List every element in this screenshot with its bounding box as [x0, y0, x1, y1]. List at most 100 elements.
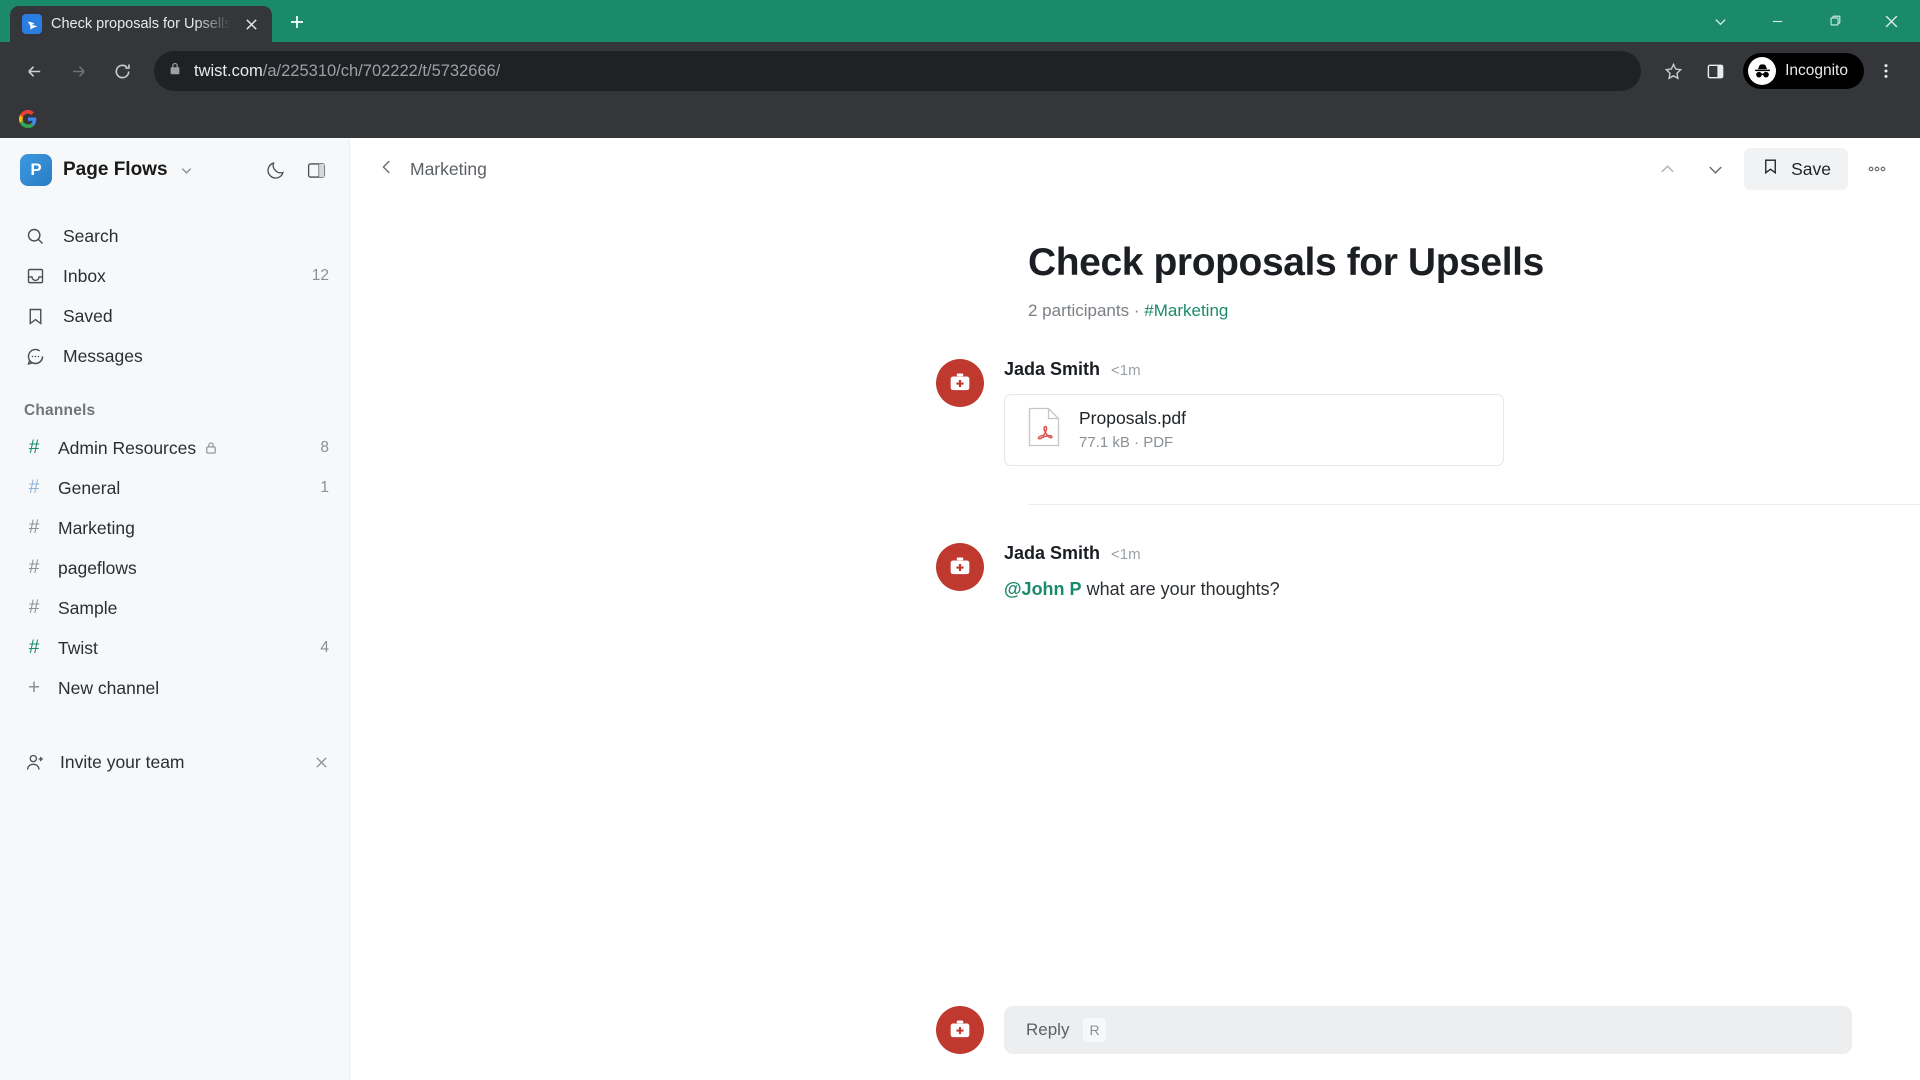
chevron-up-icon[interactable]: [1648, 150, 1686, 188]
maximize-button[interactable]: [1806, 0, 1863, 42]
bookmark-icon: [24, 305, 46, 327]
address-bar[interactable]: twist.com/a/225310/ch/702222/t/5732666/: [154, 51, 1642, 91]
channel-name-wrap: pageflows: [58, 558, 315, 579]
incognito-indicator[interactable]: Incognito: [1743, 53, 1864, 89]
ellipsis-icon[interactable]: [1858, 150, 1896, 188]
lock-icon: [204, 441, 218, 455]
channel-label: Sample: [58, 597, 118, 618]
reply-shortcut-badge: R: [1083, 1018, 1106, 1042]
workspace-logo: P: [20, 154, 52, 186]
close-window-button[interactable]: [1863, 0, 1920, 42]
sidebar-item-badge: 12: [311, 267, 329, 284]
chevron-down-icon[interactable]: [1696, 150, 1734, 188]
channel-label: Twist: [58, 637, 98, 658]
channel-name-wrap: Marketing: [58, 518, 315, 539]
channel-name-wrap: Twist: [58, 638, 306, 659]
message-author: Jada Smith: [1004, 358, 1101, 379]
sidebar-item-admin-resources[interactable]: # Admin Resources 8: [0, 428, 349, 468]
sidebar-item-label: Messages: [63, 345, 143, 366]
close-icon[interactable]: [314, 755, 329, 770]
browser-toolbar: twist.com/a/225310/ch/702222/t/5732666/ …: [0, 42, 1920, 100]
twist-app: P Page Flows Search Inbox 12 Saved Messa…: [0, 138, 1920, 1080]
thread-header: Check proposals for Upsells 2 participan…: [350, 240, 1920, 321]
sidebar-item-twist[interactable]: # Twist 4: [0, 628, 349, 668]
message-text-rest: what are your thoughts?: [1081, 578, 1280, 599]
message-body: Jada Smith <1m @John P what are your tho…: [1004, 543, 1920, 603]
reload-button[interactable]: [102, 51, 142, 91]
browser-tab[interactable]: Check proposals for Upsells · Pa…: [10, 6, 272, 42]
participants-count: 2 participants: [1028, 300, 1130, 320]
workspace-switcher[interactable]: P Page Flows: [0, 138, 349, 202]
invite-label: Invite your team: [60, 751, 185, 772]
hash-icon: #: [28, 517, 40, 538]
hash-icon: #: [28, 437, 40, 458]
file-attachment-card[interactable]: Proposals.pdf 77.1 kB · PDF: [1004, 393, 1504, 466]
sidebar-item-search[interactable]: Search: [0, 216, 349, 256]
minimize-button[interactable]: [1749, 0, 1806, 42]
chat-bubble-icon: [24, 345, 46, 367]
inbox-icon: [24, 265, 46, 287]
meta-separator: ·: [1133, 300, 1140, 320]
message-time: <1m: [1111, 361, 1141, 379]
sidebar-item-pageflows[interactable]: # pageflows: [0, 548, 349, 588]
forward-button[interactable]: [58, 51, 98, 91]
message-item: Jada Smith <1m Proposals.pdf 77.1 kB · P…: [350, 321, 1920, 466]
save-button[interactable]: Save: [1744, 148, 1848, 190]
side-panel-icon[interactable]: [1695, 51, 1735, 91]
sidebar-item-sample[interactable]: # Sample: [0, 588, 349, 628]
message-time: <1m: [1111, 545, 1141, 563]
panel-layout-icon[interactable]: [301, 155, 331, 185]
file-meta: Proposals.pdf 77.1 kB · PDF: [1079, 408, 1186, 451]
channel-label: Marketing: [58, 517, 135, 538]
sidebar: P Page Flows Search Inbox 12 Saved Messa…: [0, 138, 350, 1080]
message-text: @John P what are your thoughts?: [1004, 576, 1920, 603]
user-mention[interactable]: @John P: [1004, 579, 1082, 599]
avatar[interactable]: [936, 542, 984, 591]
composer: Reply R: [350, 1006, 1920, 1080]
new-tab-button[interactable]: [280, 5, 314, 39]
reply-input[interactable]: Reply R: [1004, 1006, 1852, 1054]
lock-icon: [168, 62, 182, 81]
google-bookmark-icon[interactable]: [16, 107, 40, 131]
breadcrumb[interactable]: Marketing: [378, 158, 487, 181]
main-content: Marketing Save Check proposals for Upsel…: [350, 138, 1920, 1080]
new-channel-button[interactable]: + New channel: [0, 668, 349, 708]
tab-strip: Check proposals for Upsells · Pa…: [0, 0, 314, 42]
message-item: Jada Smith <1m @John P what are your tho…: [350, 505, 1920, 603]
back-button[interactable]: [14, 51, 54, 91]
file-meta-sub: 77.1 kB · PDF: [1079, 434, 1174, 452]
channel-name-wrap: Sample: [58, 598, 315, 619]
bookmark-star-icon[interactable]: [1653, 51, 1693, 91]
search-icon: [24, 225, 46, 247]
chevron-left-icon[interactable]: [378, 158, 396, 181]
moon-icon[interactable]: [260, 155, 290, 185]
channel-label: pageflows: [58, 557, 137, 578]
chevron-down-icon[interactable]: [179, 163, 194, 178]
kebab-menu-icon[interactable]: [1866, 51, 1906, 91]
workspace-name: Page Flows: [63, 159, 168, 180]
sidebar-item-inbox[interactable]: Inbox 12: [0, 256, 349, 296]
sidebar-item-saved[interactable]: Saved: [0, 296, 349, 336]
url-text: twist.com/a/225310/ch/702222/t/5732666/: [194, 62, 500, 81]
channel-badge: 4: [320, 639, 329, 656]
sidebar-item-label: Search: [63, 225, 119, 246]
toolbar-right-controls: Incognito: [1653, 51, 1906, 91]
sidebar-item-label: Saved: [63, 305, 113, 326]
hash-icon: #: [28, 597, 40, 618]
plus-icon: +: [27, 676, 41, 699]
tab-search-chevron-icon[interactable]: [1692, 0, 1749, 42]
url-host: twist.com: [194, 61, 263, 80]
invite-team-row[interactable]: Invite your team: [0, 740, 349, 784]
thread-channel-link[interactable]: #Marketing: [1144, 301, 1228, 320]
breadcrumb-label: Marketing: [410, 158, 487, 179]
avatar[interactable]: [936, 1006, 984, 1054]
sidebar-item-messages[interactable]: Messages: [0, 336, 349, 376]
close-icon[interactable]: [240, 13, 262, 35]
sidebar-item-marketing[interactable]: # Marketing: [0, 508, 349, 548]
pdf-file-icon: [1027, 407, 1061, 452]
thread-scroll-area[interactable]: Check proposals for Upsells 2 participan…: [350, 200, 1920, 1006]
sidebar-item-general[interactable]: # General 1: [0, 468, 349, 508]
first-aid-kit-icon: [936, 358, 984, 407]
message-body: Jada Smith <1m Proposals.pdf 77.1 kB · P…: [1004, 359, 1920, 466]
avatar[interactable]: [936, 358, 984, 407]
